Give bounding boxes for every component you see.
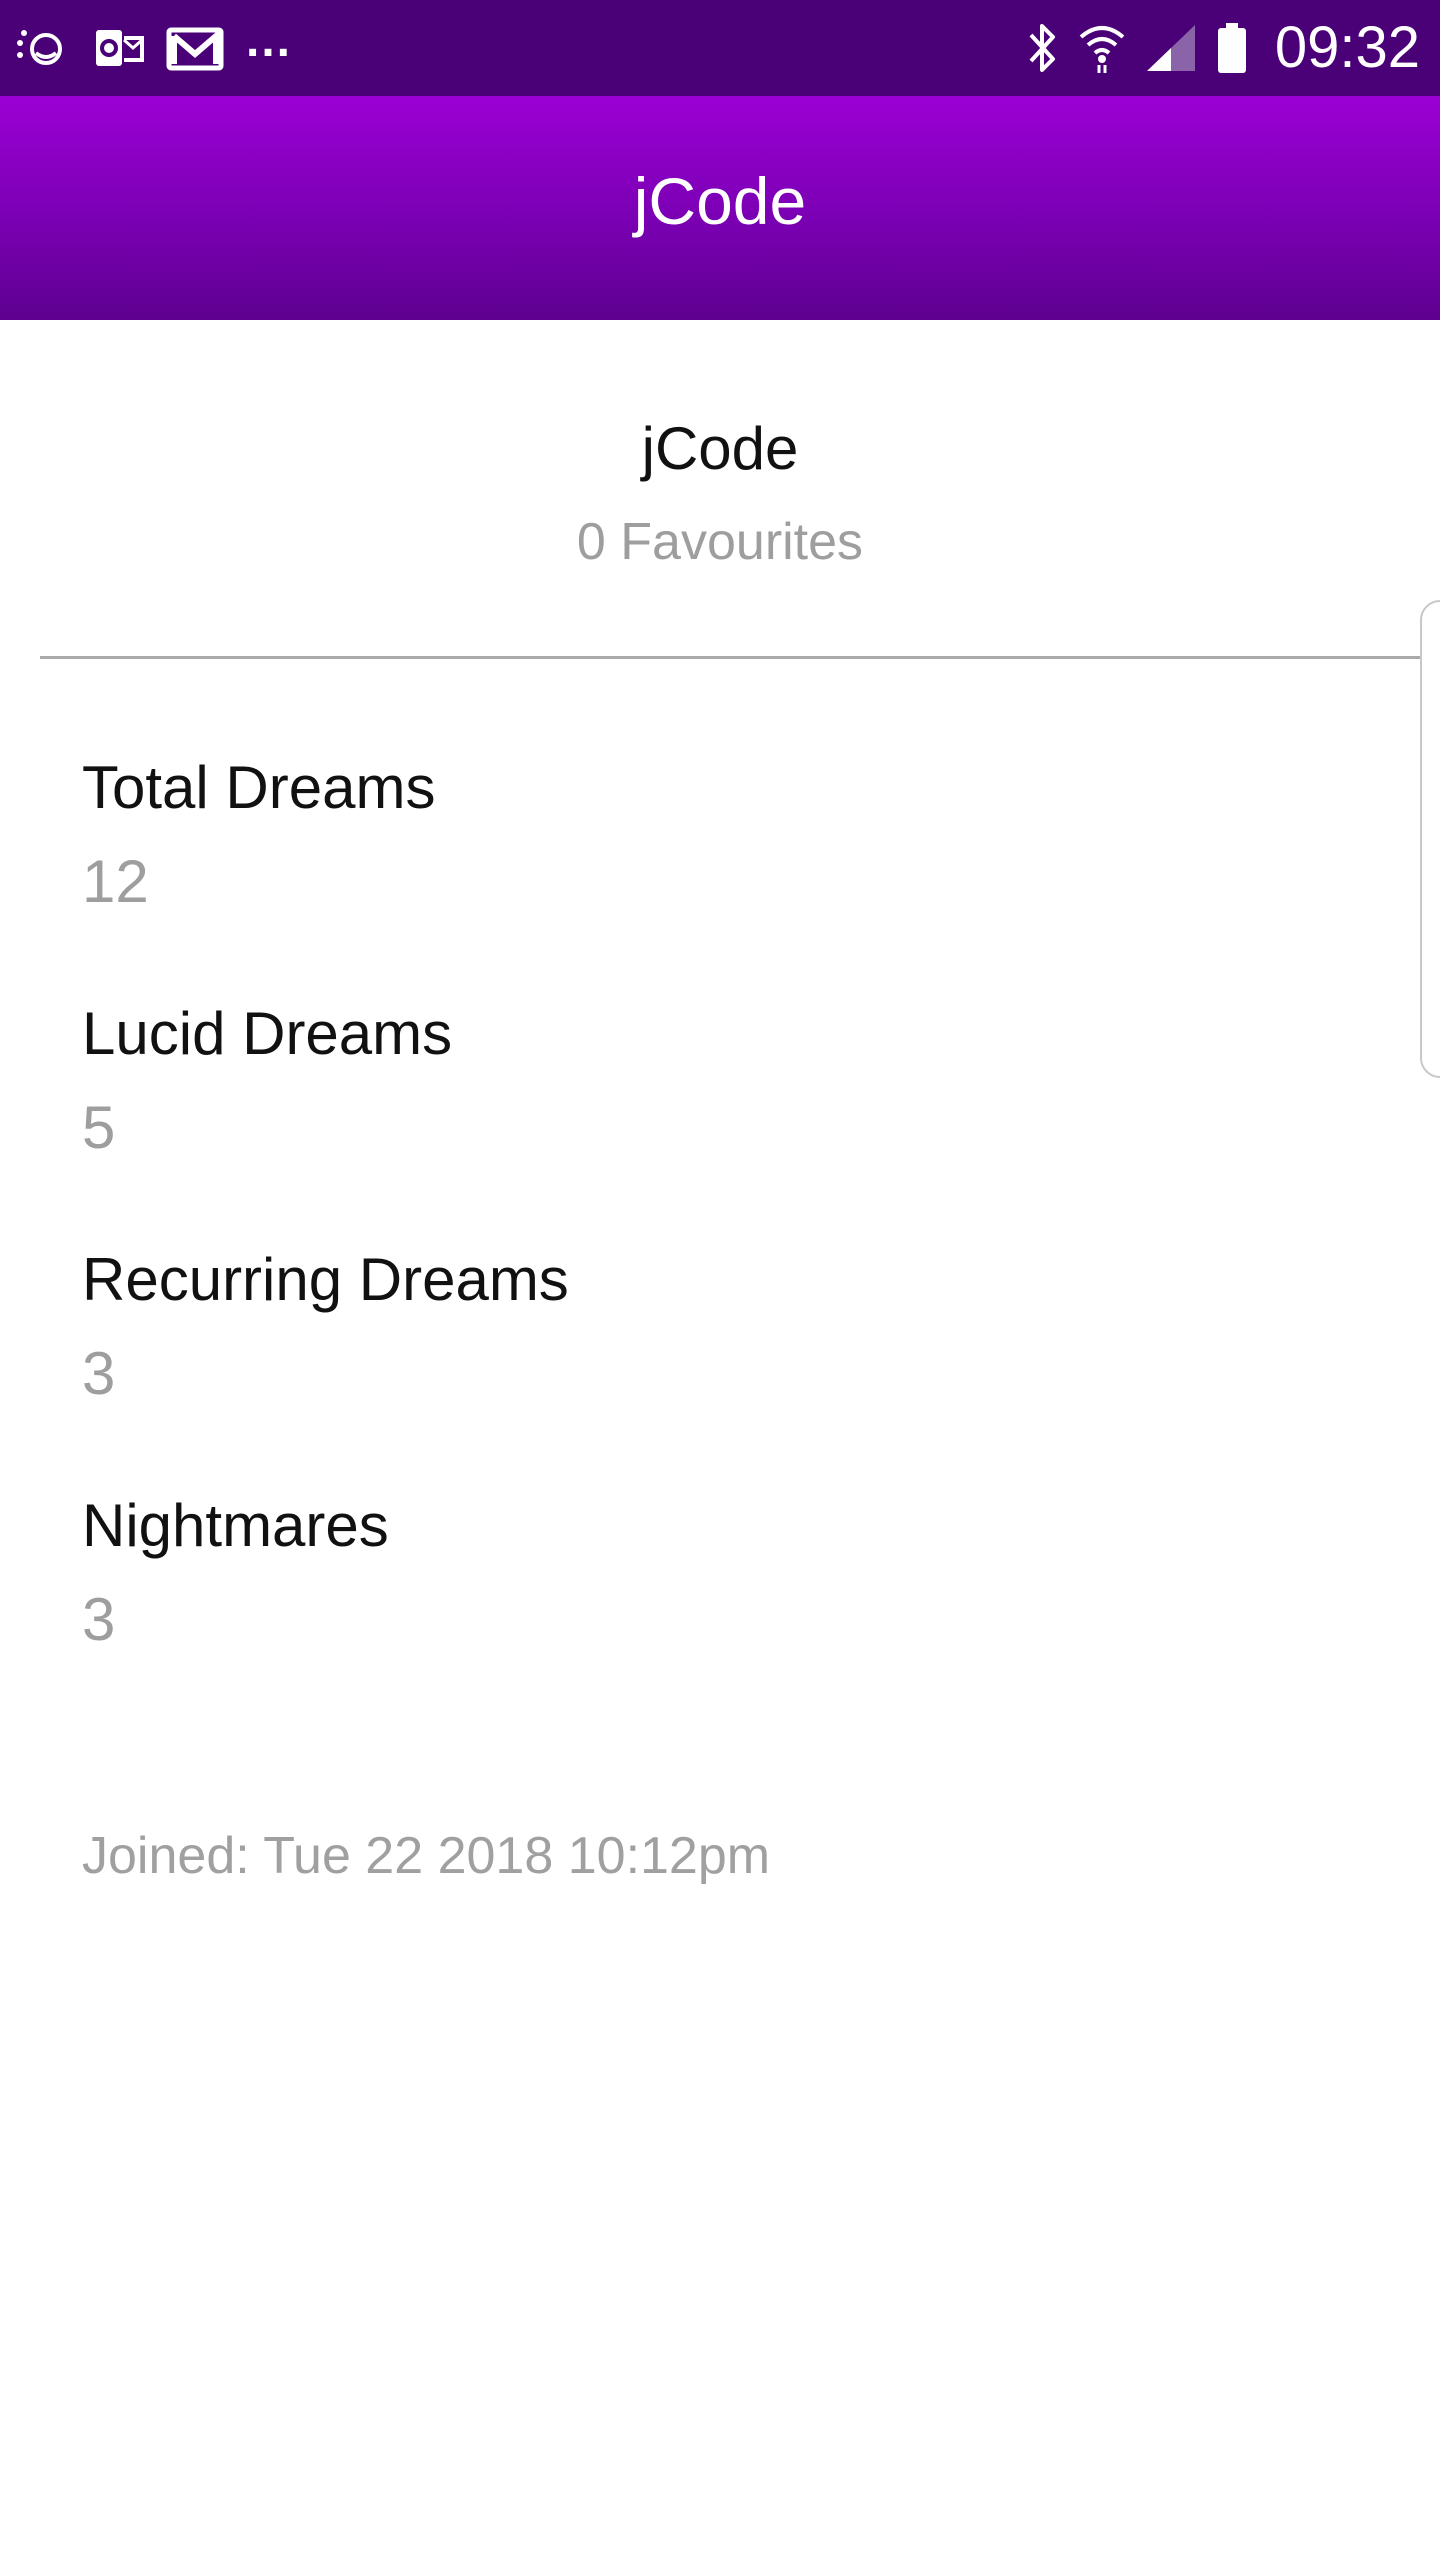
status-time: 09:32: [1274, 15, 1420, 80]
status-right-icons: 09:32: [1025, 14, 1420, 82]
bluetooth-icon: [1025, 21, 1059, 75]
notification-icon: [14, 23, 72, 73]
divider: [40, 656, 1440, 659]
profile-name: jCode: [641, 415, 799, 482]
stat-label: Nightmares: [82, 1492, 389, 1559]
status-bar: ... 09:32: [0, 0, 1440, 96]
signal-icon: [1145, 23, 1197, 73]
app-bar: jCode: [0, 96, 1440, 320]
stat-label: Total Dreams: [82, 754, 436, 821]
stat-value: 5: [82, 1094, 116, 1161]
stat-value: 3: [82, 1586, 116, 1653]
wifi-icon: [1077, 21, 1127, 75]
stat-recurring-dreams: Recurring Dreams 3: [82, 1250, 569, 1404]
battery-icon: [1215, 21, 1249, 75]
stat-label: Lucid Dreams: [82, 1000, 453, 1067]
status-left-icons: ...: [14, 14, 293, 78]
more-notifications-indicator: ...: [246, 14, 293, 67]
stat-lucid-dreams: Lucid Dreams 5: [82, 1004, 452, 1158]
app-bar-title: jCode: [633, 164, 807, 238]
favourites-count[interactable]: 0 Favourites: [0, 512, 1440, 572]
stat-value: 3: [82, 1340, 116, 1407]
stat-nightmares: Nightmares 3: [82, 1496, 389, 1650]
stat-label: Recurring Dreams: [82, 1246, 569, 1313]
edge-panel-handle[interactable]: [1420, 600, 1440, 1078]
gmail-icon: [166, 24, 224, 72]
outlook-icon: [94, 24, 144, 72]
stat-value: 12: [82, 848, 149, 915]
joined-date: Joined: Tue 22 2018 10:12pm: [82, 1827, 771, 1885]
stat-total-dreams: Total Dreams 12: [82, 758, 435, 912]
